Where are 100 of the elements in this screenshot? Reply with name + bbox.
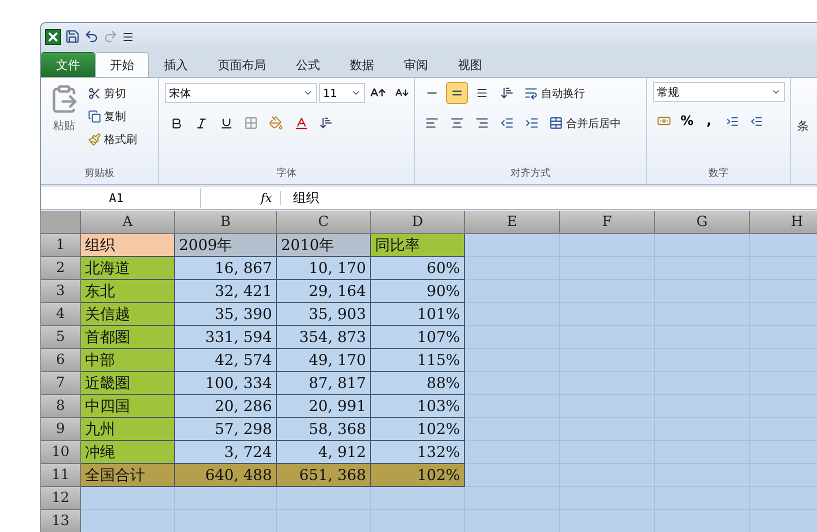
table-cell: 42, 574: [175, 349, 277, 372]
spreadsheet-logo-icon: [45, 28, 61, 44]
italic-icon: [194, 116, 208, 130]
table-cell: 115%: [371, 349, 465, 372]
row-header[interactable]: 3: [41, 280, 81, 303]
vertical-align-button[interactable]: [446, 82, 468, 104]
table-cell: 首都圏: [81, 326, 175, 349]
align-bottom-icon: [476, 87, 488, 99]
table-cell: 关信越: [81, 303, 175, 326]
row-header[interactable]: 8: [41, 395, 81, 418]
font-size-field[interactable]: 11: [319, 83, 365, 103]
table-cell: 20, 286: [175, 395, 277, 418]
ribbon-tab[interactable]: 数据: [335, 52, 389, 77]
bold-icon: [170, 116, 182, 130]
column-header[interactable]: H: [750, 211, 817, 234]
table-cell: 101%: [371, 303, 465, 326]
borders-icon: [244, 116, 258, 130]
table-cell: 107%: [371, 326, 465, 349]
align-center-icon: [450, 116, 464, 130]
table-cell: 全国合计: [81, 464, 175, 487]
font-name-field[interactable]: 宋体: [165, 83, 317, 103]
table-cell: 57, 298: [175, 418, 277, 441]
formula-field[interactable]: 组织: [281, 189, 319, 207]
table-cell: 10, 170: [277, 257, 371, 280]
table-cell: 60%: [371, 257, 465, 280]
name-box[interactable]: A1: [41, 188, 201, 208]
row-header[interactable]: 6: [41, 349, 81, 372]
column-header[interactable]: G: [655, 211, 750, 234]
row-header[interactable]: 9: [41, 418, 81, 441]
column-header[interactable]: E: [465, 211, 560, 234]
row-header[interactable]: 10: [41, 441, 81, 464]
table-cell: 87, 817: [277, 372, 371, 395]
group-label: 对齐方式: [510, 166, 552, 181]
row-header[interactable]: 4: [41, 303, 81, 326]
row-header[interactable]: 2: [41, 257, 81, 280]
table-cell: 20, 991: [277, 395, 371, 418]
table-cell: 58, 368: [277, 418, 371, 441]
row-header[interactable]: 1: [41, 234, 81, 257]
table-cell: 近畿圏: [81, 372, 175, 395]
increase-decimal-icon: [726, 114, 738, 128]
table-cell: 331, 594: [175, 326, 277, 349]
paste-button[interactable]: 粘贴: [47, 82, 81, 166]
copy-button[interactable]: 复制: [85, 105, 140, 127]
ribbon-tab[interactable]: 页面布局: [203, 52, 281, 77]
column-header[interactable]: A: [81, 211, 175, 234]
table-cell: 49, 170: [277, 349, 371, 372]
row-header[interactable]: 5: [41, 326, 81, 349]
undo-icon[interactable]: [84, 29, 99, 44]
column-header[interactable]: C: [277, 211, 371, 234]
table-cell: 102%: [371, 464, 465, 487]
column-header[interactable]: F: [560, 211, 655, 234]
wrap-text-button[interactable]: 自动换行: [521, 82, 588, 104]
ribbon-tab[interactable]: 插入: [149, 52, 203, 77]
table-cell: 90%: [371, 280, 465, 303]
table-cell: 16, 867: [175, 257, 277, 280]
ribbon-tab[interactable]: 开始: [95, 52, 149, 77]
table-cell: 组织: [81, 234, 175, 257]
table-cell: 354, 873: [277, 326, 371, 349]
table-cell: 651, 368: [277, 464, 371, 487]
cut-button[interactable]: 剪切: [85, 82, 140, 104]
table-cell: 2010年: [277, 234, 371, 257]
scissors-icon: [88, 86, 101, 100]
group-label: 字体: [276, 166, 298, 181]
file-tab[interactable]: 文件: [41, 52, 95, 77]
table-cell: 32, 421: [175, 280, 277, 303]
font-color-icon: [294, 116, 308, 130]
table-cell: 冲绳: [81, 441, 175, 464]
column-header[interactable]: D: [371, 211, 465, 234]
row-header[interactable]: 13: [41, 510, 81, 532]
save-icon[interactable]: [65, 29, 80, 44]
ribbon-button-label[interactable]: 条: [791, 78, 809, 184]
format-painter-button[interactable]: 格式刷: [85, 128, 140, 150]
number-format-field[interactable]: 常规: [653, 82, 785, 102]
row-header[interactable]: 12: [41, 487, 81, 510]
percent-button[interactable]: %: [677, 110, 697, 132]
decrease-decimal-icon: [750, 114, 762, 128]
group-label: 数字: [708, 166, 730, 181]
ribbon-tab[interactable]: 视图: [443, 52, 497, 77]
ribbon-tab[interactable]: 公式: [281, 52, 335, 77]
merge-center-button[interactable]: 合并后居中: [546, 112, 624, 134]
column-header[interactable]: B: [175, 211, 277, 234]
ribbon-tab[interactable]: 审阅: [389, 52, 443, 77]
copy-icon: [88, 110, 101, 122]
orientation-icon: [500, 86, 514, 100]
table-cell: 100, 334: [175, 372, 277, 395]
underline-icon: [220, 116, 232, 130]
table-cell: 102%: [371, 418, 465, 441]
row-header[interactable]: 7: [41, 372, 81, 395]
customize-toolbar-icon[interactable]: [122, 30, 134, 42]
table-cell: 中部: [81, 349, 175, 372]
row-header[interactable]: 11: [41, 464, 81, 487]
paint-bucket-icon: [269, 116, 283, 130]
table-cell: 35, 903: [277, 303, 371, 326]
table-cell: 同比率: [371, 234, 465, 257]
comma-button[interactable]: ,: [699, 110, 719, 132]
table-cell: 中四国: [81, 395, 175, 418]
table-cell: 88%: [371, 372, 465, 395]
table-cell: 2009年: [175, 234, 277, 257]
insert-function-button[interactable]: fx: [201, 191, 281, 205]
table-cell: 4, 912: [277, 441, 371, 464]
